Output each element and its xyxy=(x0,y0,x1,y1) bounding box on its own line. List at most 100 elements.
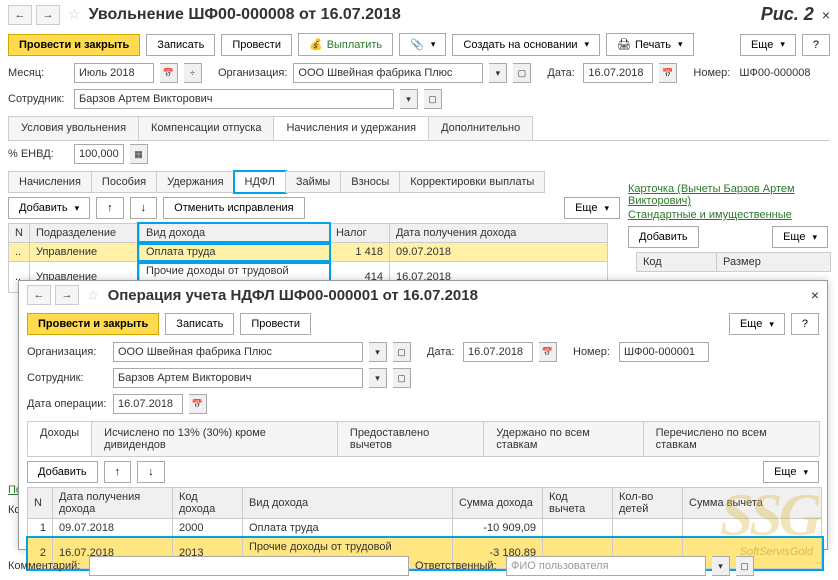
table-row[interactable]: 1 09.07.2018 2000 Оплата труда -10 909,0… xyxy=(28,519,822,538)
calendar-icon[interactable]: 📅 xyxy=(659,63,677,83)
more-button[interactable]: Еще xyxy=(740,34,796,56)
modal-title: Операция учета НДФЛ ШФ00-000001 от 16.07… xyxy=(108,287,803,304)
calendar-icon[interactable]: 📅 xyxy=(160,63,178,83)
post-close-button[interactable]: Провести и закрыть xyxy=(8,34,140,56)
tab-compensation[interactable]: Компенсации отпуска xyxy=(138,116,274,140)
col-code: Код xyxy=(637,253,717,272)
close-icon[interactable]: × xyxy=(811,287,819,303)
col-code: Код дохода xyxy=(173,488,243,519)
num-input[interactable]: ШФ00-000001 xyxy=(619,342,709,362)
open-icon[interactable]: ▢ xyxy=(393,342,411,362)
tab-transferred[interactable]: Перечислено по всем ставкам xyxy=(643,421,820,456)
subtab-accruals[interactable]: Начисления xyxy=(8,171,92,193)
subtab-contributions[interactable]: Взносы xyxy=(340,171,400,193)
opdate-input[interactable]: 16.07.2018 xyxy=(113,394,183,414)
save-button[interactable]: Записать xyxy=(165,313,234,335)
dropdown-icon[interactable]: ▾ xyxy=(369,342,387,362)
forward-button[interactable]: → xyxy=(55,285,79,305)
save-button[interactable]: Записать xyxy=(146,34,215,56)
open-icon[interactable]: ▢ xyxy=(424,89,442,109)
open-icon[interactable]: ▢ xyxy=(393,368,411,388)
dropdown-icon[interactable]: ▾ xyxy=(400,89,418,109)
col-kids: Кол-во детей xyxy=(613,488,683,519)
envd-label: % ЕНВД: xyxy=(8,148,68,160)
calendar-icon[interactable]: 📅 xyxy=(189,394,207,414)
table-row[interactable]: .. Управление Оплата труда 1 418 09.07.2… xyxy=(9,243,608,262)
pay-button[interactable]: 💰 Выплатить xyxy=(298,33,393,56)
dropdown-icon[interactable]: ▾ xyxy=(489,63,507,83)
star-icon[interactable]: ☆ xyxy=(87,287,100,304)
up-button[interactable]: ↑ xyxy=(104,461,132,483)
num-value: ШФ00-000008 xyxy=(739,67,810,79)
add-button[interactable]: Добавить xyxy=(8,197,90,219)
subtab-loans[interactable]: Займы xyxy=(285,171,341,193)
post-close-button[interactable]: Провести и закрыть xyxy=(27,313,159,335)
envd-input[interactable]: 100,000 xyxy=(74,144,124,164)
up-button[interactable]: ↑ xyxy=(96,197,124,219)
col-type: Вид дохода xyxy=(139,224,329,243)
back-button[interactable]: ← xyxy=(8,5,32,25)
tab-deductions[interactable]: Предоставлено вычетов xyxy=(337,421,484,456)
emp-input[interactable]: Барзов Артем Викторович xyxy=(113,368,363,388)
subtab-deductions[interactable]: Удержания xyxy=(156,171,234,193)
forward-button[interactable]: → xyxy=(36,5,60,25)
tab-accruals[interactable]: Начисления и удержания xyxy=(273,116,429,140)
emp-input[interactable]: Барзов Артем Викторович xyxy=(74,89,394,109)
date-input[interactable]: 16.07.2018 xyxy=(583,63,653,83)
dropdown-icon[interactable]: ▾ xyxy=(369,368,387,388)
month-input[interactable]: Июль 2018 xyxy=(74,63,154,83)
tab-withheld[interactable]: Удержано по всем ставкам xyxy=(483,421,643,456)
back-button[interactable]: ← xyxy=(27,285,51,305)
more-button[interactable]: Еще xyxy=(564,197,620,219)
cancel-fix-button[interactable]: Отменить исправления xyxy=(163,197,304,219)
col-vsum: Сумма вычета xyxy=(683,488,822,519)
dropdown-icon[interactable]: ▾ xyxy=(712,556,730,576)
attach-button[interactable]: 📎 xyxy=(399,33,446,56)
col-date: Дата получения дохода xyxy=(389,224,607,243)
side-add-button[interactable]: Добавить xyxy=(628,226,699,248)
stepper-icon[interactable]: ÷ xyxy=(184,63,202,83)
org-label: Организация: xyxy=(218,67,287,79)
star-icon[interactable]: ☆ xyxy=(68,6,81,23)
calendar-icon[interactable]: 📅 xyxy=(539,342,557,362)
date-input[interactable]: 16.07.2018 xyxy=(463,342,533,362)
add-button[interactable]: Добавить xyxy=(27,461,98,483)
post-button[interactable]: Провести xyxy=(240,313,311,335)
emp-label: Сотрудник: xyxy=(8,93,68,105)
col-n: N xyxy=(28,488,53,519)
create-from-button[interactable]: Создать на основании xyxy=(452,34,600,56)
page-title: Увольнение ШФ00-000008 от 16.07.2018 xyxy=(89,6,757,24)
num-label: Номер: xyxy=(573,346,613,358)
org-input[interactable]: ООО Швейная фабрика Плюс xyxy=(293,63,483,83)
more-button[interactable]: Еще xyxy=(763,461,819,483)
subtab-ndfl[interactable]: НДФЛ xyxy=(234,171,286,193)
print-button[interactable]: 🖨 Печать xyxy=(606,33,694,56)
more-button[interactable]: Еще xyxy=(729,313,785,335)
col-date: Дата получения дохода xyxy=(53,488,173,519)
tab-conditions[interactable]: Условия увольнения xyxy=(8,116,139,140)
down-button[interactable]: ↓ xyxy=(137,461,165,483)
subtab-benefits[interactable]: Пособия xyxy=(91,171,157,193)
subtab-corrections[interactable]: Корректировки выплаты xyxy=(399,171,545,193)
side-more-button[interactable]: Еще xyxy=(772,226,828,248)
col-size: Размер xyxy=(717,253,831,272)
open-icon[interactable]: ▢ xyxy=(736,556,754,576)
down-button[interactable]: ↓ xyxy=(130,197,158,219)
col-type: Вид дохода xyxy=(243,488,453,519)
post-button[interactable]: Провести xyxy=(221,34,292,56)
calc-icon[interactable]: ▦ xyxy=(130,144,148,164)
org-input[interactable]: ООО Швейная фабрика Плюс xyxy=(113,342,363,362)
card-link[interactable]: Карточка (Вычеты Барзов Артем Викторович… xyxy=(628,182,828,208)
col-dept: Подразделение xyxy=(29,224,139,243)
resp-input[interactable]: ФИО пользователя xyxy=(506,556,706,576)
close-icon[interactable]: × xyxy=(822,7,830,23)
tab-income[interactable]: Доходы xyxy=(27,421,92,456)
comment-input[interactable] xyxy=(89,556,409,576)
std-link[interactable]: Стандартные и имущественные xyxy=(628,208,828,222)
tab-additional[interactable]: Дополнительно xyxy=(428,116,533,140)
opdate-label: Дата операции: xyxy=(27,398,107,410)
tab-calc13[interactable]: Исчислено по 13% (30%) кроме дивидендов xyxy=(91,421,338,456)
help-button[interactable]: ? xyxy=(791,313,819,335)
help-button[interactable]: ? xyxy=(802,34,830,56)
open-icon[interactable]: ▢ xyxy=(513,63,531,83)
